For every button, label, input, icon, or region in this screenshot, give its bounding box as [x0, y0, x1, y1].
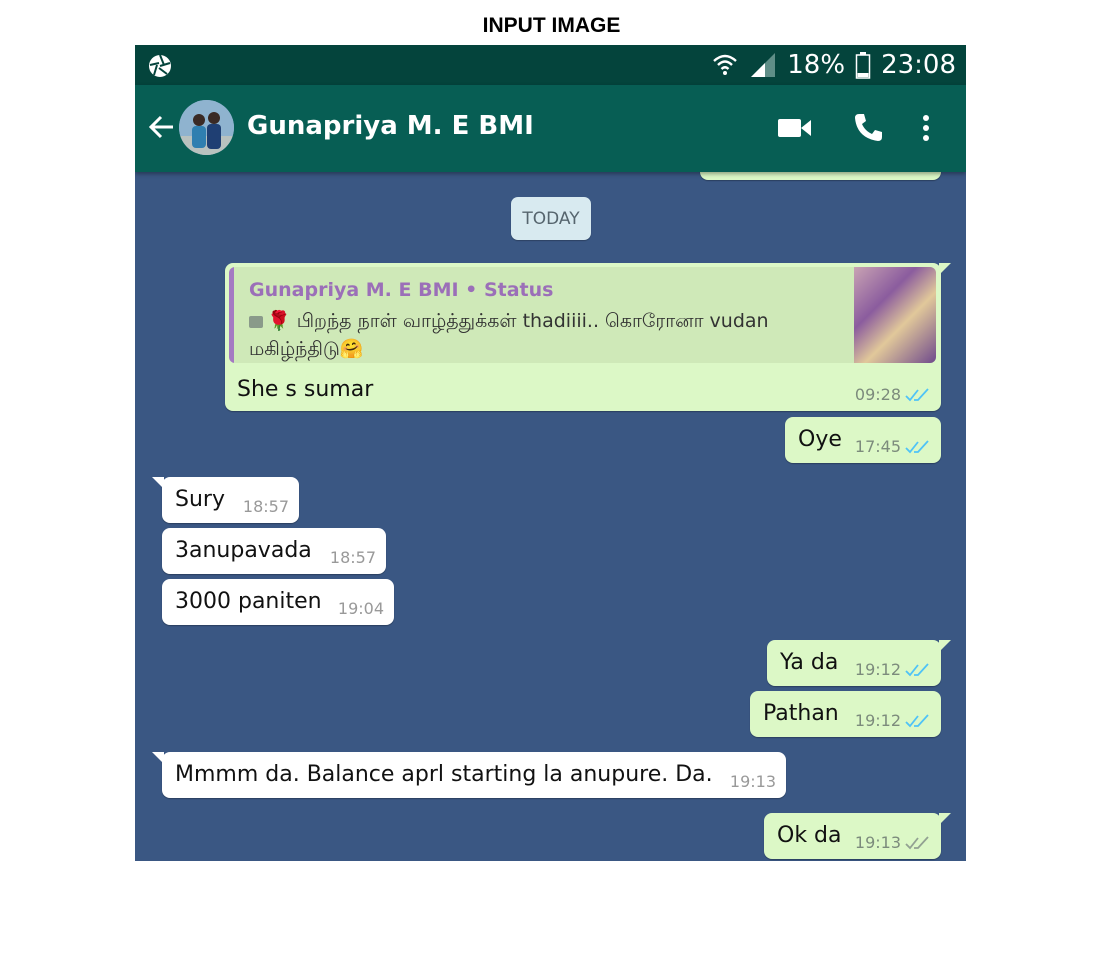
message-text: She s sumar	[237, 377, 374, 402]
date-separator: TODAY	[511, 197, 591, 240]
photo-icon	[249, 315, 263, 328]
reply-message-bubble[interactable]: Gunapriya M. E BMI • Status 🌹 பிறந்த நாள…	[225, 263, 951, 411]
aperture-icon	[149, 54, 171, 77]
clock: 23:08	[881, 50, 956, 80]
incoming-message[interactable]: Mmmm da. Balance aprl starting la anupur…	[152, 752, 786, 798]
status-bar: 18% 23:08	[135, 45, 966, 85]
read-receipt-icon	[905, 662, 929, 676]
more-options-icon[interactable]	[916, 111, 936, 145]
message-time: 17:45	[854, 437, 901, 456]
back-arrow-icon[interactable]	[147, 112, 177, 142]
battery-icon	[855, 52, 871, 79]
incoming-message[interactable]: 3anupavada 18:57	[162, 528, 386, 574]
message-text: Ya da	[780, 650, 839, 675]
quoted-text-content: 🌹 பிறந்த நாள் வாழ்த்துக்கள் thadiiii.. க…	[249, 310, 769, 360]
message-text: Ok da	[777, 823, 842, 848]
quoted-status[interactable]: Gunapriya M. E BMI • Status 🌹 பிறந்த நாள…	[229, 267, 936, 363]
voice-call-icon[interactable]	[851, 111, 887, 145]
contact-avatar[interactable]	[179, 100, 234, 155]
quoted-author: Gunapriya M. E BMI • Status	[249, 279, 554, 301]
outgoing-message[interactable]: Pathan 19:12	[750, 691, 941, 737]
read-receipt-icon	[905, 713, 929, 727]
message-text: 3000 paniten	[175, 589, 322, 614]
outgoing-message[interactable]: Oye 17:45	[785, 417, 941, 463]
message-meta: 09:28	[855, 385, 931, 404]
wifi-icon	[713, 54, 738, 75]
message-time: 19:12	[854, 711, 901, 730]
bubble-tail	[152, 477, 164, 489]
read-receipt-icon	[905, 439, 929, 453]
read-receipt-icon	[905, 387, 929, 401]
quote-accent-bar	[229, 267, 234, 363]
message-text: Oye	[798, 427, 842, 452]
message-meta: 17:45	[855, 437, 931, 456]
message-time: 09:28	[854, 385, 901, 404]
bubble-tail	[939, 263, 951, 275]
chat-area[interactable]: TODAY Gunapriya M. E BMI • Status 🌹 பிறந…	[135, 142, 966, 861]
message-time: 19:04	[337, 599, 384, 618]
bubble-tail	[152, 752, 164, 764]
outgoing-message[interactable]: Ya da 19:12	[767, 640, 951, 686]
bubble-tail	[939, 640, 951, 652]
status-thumbnail	[854, 267, 936, 363]
message-text: Sury	[175, 487, 225, 512]
image-caption: INPUT IMAGE	[482, 14, 621, 37]
video-call-icon[interactable]	[777, 111, 813, 145]
phone-screen: 18% 23:08 Gunapriya M. E BMI TODAY Gunap…	[135, 45, 966, 861]
message-time: 19:13	[729, 772, 776, 791]
bubble-tail	[939, 813, 951, 825]
message-time: 18:57	[329, 548, 376, 567]
incoming-message[interactable]: Sury 18:57	[152, 477, 299, 523]
chat-header: Gunapriya M. E BMI	[135, 85, 966, 172]
contact-name[interactable]: Gunapriya M. E BMI	[247, 111, 534, 141]
message-text: 3anupavada	[175, 538, 312, 563]
message-time: 18:57	[242, 497, 289, 516]
message-time: 19:13	[854, 833, 901, 852]
signal-icon	[751, 53, 776, 77]
message-time: 19:12	[854, 660, 901, 679]
message-meta: 19:12	[855, 660, 931, 679]
battery-percent: 18%	[787, 50, 846, 80]
quoted-text: 🌹 பிறந்த நாள் வாழ்த்துக்கள் thadiiii.. க…	[249, 307, 849, 363]
message-text: Pathan	[763, 701, 839, 726]
avatar-photo	[179, 100, 234, 155]
message-meta: 19:12	[855, 711, 931, 730]
outgoing-message[interactable]: Ok da 19:13	[764, 813, 951, 859]
message-text: Mmmm da. Balance aprl starting la anupur…	[175, 762, 713, 787]
message-meta: 19:13	[855, 833, 931, 852]
delivered-receipt-icon	[905, 835, 929, 849]
incoming-message[interactable]: 3000 paniten 19:04	[162, 579, 394, 625]
